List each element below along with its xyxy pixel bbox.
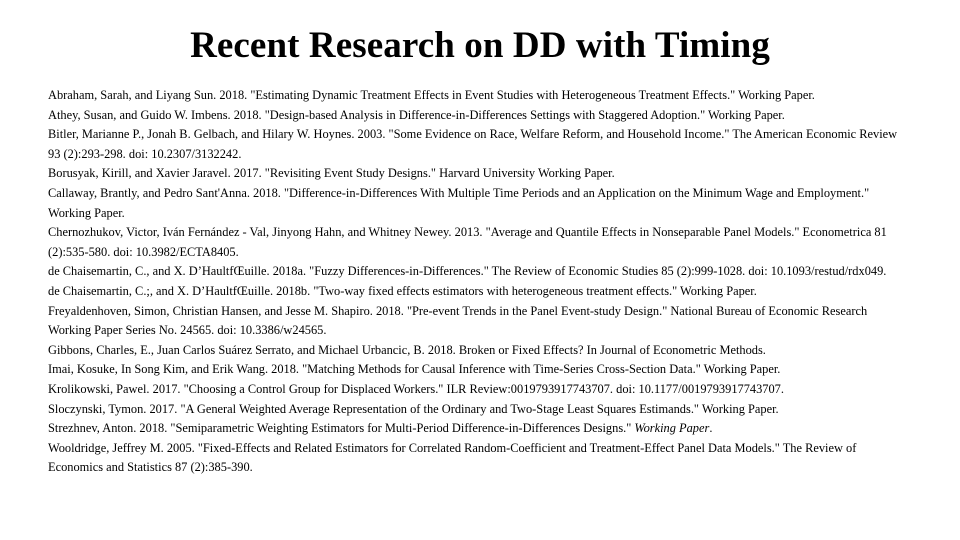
reference-list: Abraham, Sarah, and Liyang Sun. 2018. "E…: [48, 86, 906, 478]
reference-text: Athey, Susan, and Guido W. Imbens. 2018.…: [48, 107, 785, 122]
reference-text: Borusyak, Kirill, and Xavier Jaravel. 20…: [48, 166, 615, 181]
reference-text: Bitler, Marianne P., Jonah B. Gelbach, a…: [48, 127, 898, 161]
reference-text: Freyaldenhoven, Simon, Christian Hansen,…: [48, 303, 868, 338]
reference-text: de Chaisemartin, C., and X. D’HaultfŒuil…: [48, 264, 887, 279]
list-item: Imai, Kosuke, In Song Kim, and Erik Wang…: [48, 360, 906, 380]
list-item: Wooldridge, Jeffrey M. 2005. "Fixed-Effe…: [48, 439, 906, 478]
reference-text: Krolikowski, Pawel. 2017. "Choosing a Co…: [48, 381, 784, 396]
reference-text: Wooldridge, Jeffrey M. 2005. "Fixed-Effe…: [48, 440, 857, 475]
reference-text: Gibbons, Charles, E., Juan Carlos Suárez…: [48, 342, 766, 357]
reference-text: Strezhnev, Anton. 2018. "Semiparametric …: [48, 421, 635, 436]
list-item: Freyaldenhoven, Simon, Christian Hansen,…: [48, 302, 906, 341]
page-title: Recent Research on DD with Timing: [190, 25, 770, 66]
list-item: Krolikowski, Pawel. 2017. "Choosing a Co…: [48, 380, 906, 400]
reference-text: de Chaisemartin, C.;, and X. D’HaultfŒui…: [48, 283, 757, 298]
list-item: Sloczynski, Tymon. 2017. "A General Weig…: [48, 400, 906, 420]
list-item: de Chaisemartin, C., and X. D’HaultfŒuil…: [48, 262, 906, 282]
slide: Recent Research on DD with Timing Abraha…: [0, 0, 960, 540]
list-item: Borusyak, Kirill, and Xavier Jaravel. 20…: [48, 164, 906, 184]
reference-text: Callaway, Brantly, and Pedro Sant'Anna. …: [48, 185, 870, 220]
reference-text: Imai, Kosuke, In Song Kim, and Erik Wang…: [48, 362, 781, 377]
list-item: Strezhnev, Anton. 2018. "Semiparametric …: [48, 419, 906, 439]
list-item: Gibbons, Charles, E., Juan Carlos Suárez…: [48, 341, 906, 361]
reference-text: Sloczynski, Tymon. 2017. "A General Weig…: [48, 401, 779, 416]
list-item: Abraham, Sarah, and Liyang Sun. 2018. "E…: [48, 86, 906, 106]
list-item: Bitler, Marianne P., Jonah B. Gelbach, a…: [48, 125, 906, 164]
list-item: Athey, Susan, and Guido W. Imbens. 2018.…: [48, 106, 906, 126]
reference-journal-italic: Working Paper: [634, 421, 710, 436]
reference-text: Abraham, Sarah, and Liyang Sun. 2018. "E…: [48, 88, 815, 102]
list-item: Chernozhukov, Victor, Iván Fernández - V…: [48, 223, 906, 262]
list-item: Callaway, Brantly, and Pedro Sant'Anna. …: [48, 184, 906, 223]
reference-text: Chernozhukov, Victor, Iván Fernández - V…: [48, 225, 887, 259]
list-item: de Chaisemartin, C.;, and X. D’HaultfŒui…: [48, 282, 906, 302]
reference-text-after: .: [709, 421, 713, 436]
